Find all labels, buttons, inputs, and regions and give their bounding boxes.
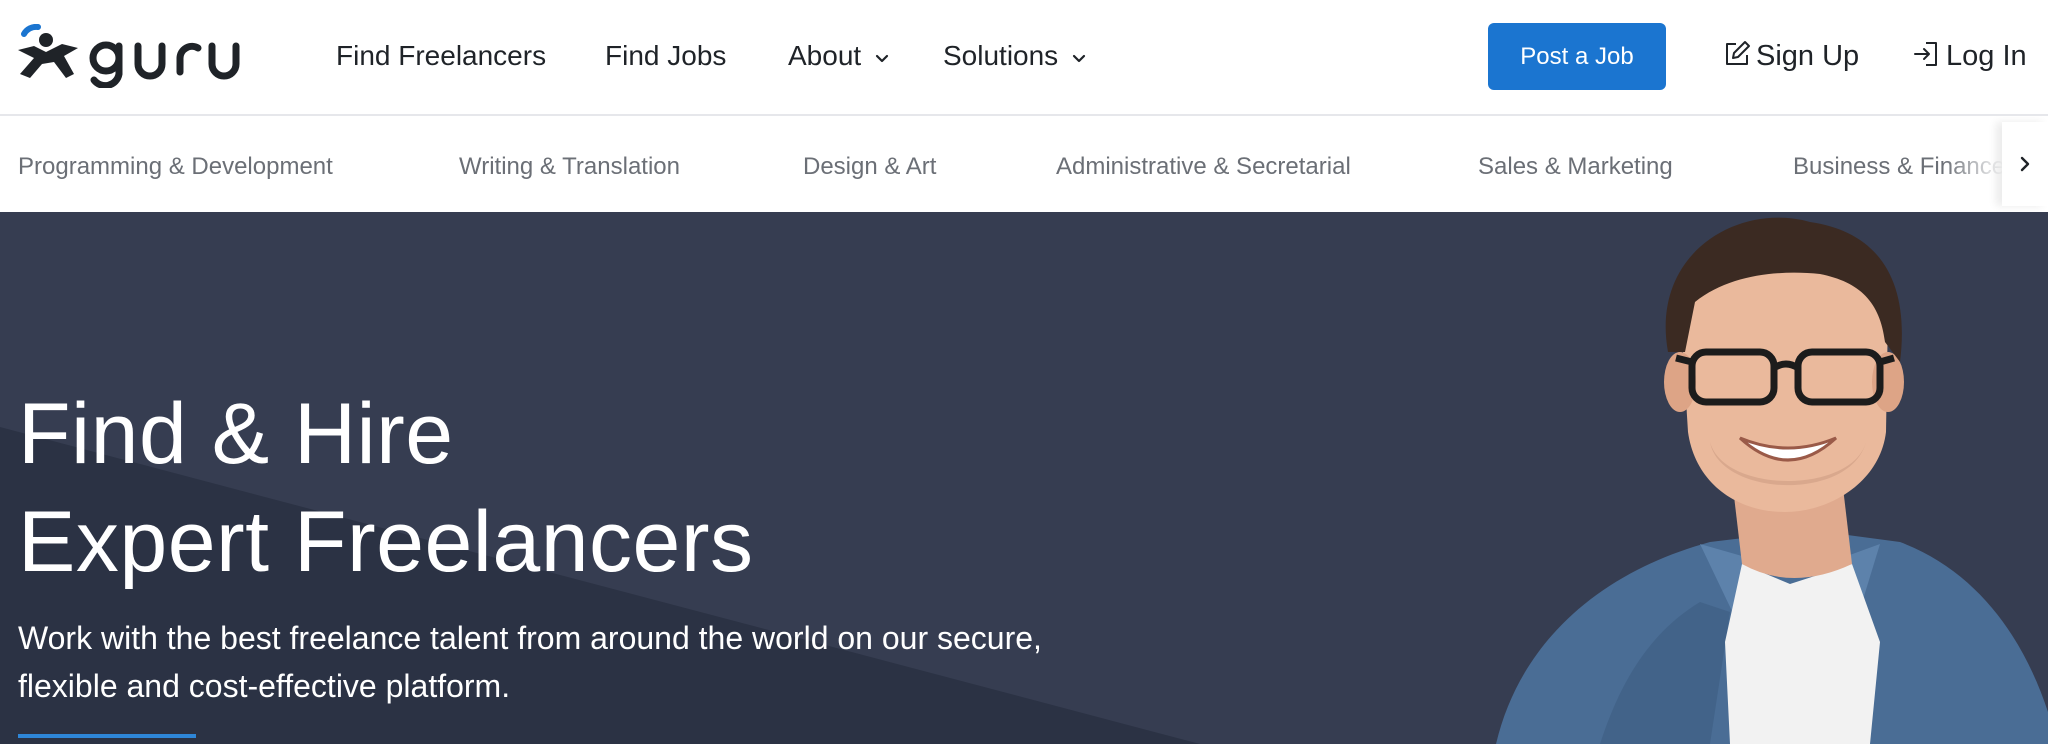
- chevron-right-icon: [2020, 156, 2030, 172]
- category-writing-translation[interactable]: Writing & Translation: [459, 152, 680, 182]
- hero-section: Find & Hire Expert Freelancers Work with…: [0, 212, 2048, 744]
- hero-subtitle-line-1: Work with the best freelance talent from…: [18, 620, 1042, 656]
- nav-find-freelancers-label: Find Freelancers: [336, 40, 547, 71]
- guru-logo[interactable]: [16, 24, 256, 88]
- log-in-label: Log In: [1946, 40, 2027, 72]
- nav-about[interactable]: About: [788, 38, 889, 74]
- hero-title: Find & Hire Expert Freelancers: [18, 380, 754, 596]
- chevron-down-icon: [1072, 37, 1086, 73]
- category-next-button[interactable]: [2002, 122, 2048, 206]
- category-design-art[interactable]: Design & Art: [803, 152, 936, 182]
- category-fade: [1944, 116, 2004, 212]
- hero-subtitle: Work with the best freelance talent from…: [18, 614, 1118, 710]
- nav-find-jobs-label: Find Jobs: [605, 40, 727, 71]
- post-a-job-button[interactable]: Post a Job: [1488, 23, 1666, 90]
- category-administrative-secretarial[interactable]: Administrative & Secretarial: [1056, 152, 1351, 182]
- nav-about-label: About: [788, 40, 862, 71]
- category-programming-development[interactable]: Programming & Development: [18, 152, 333, 182]
- hero-title-line-2: Expert Freelancers: [18, 494, 754, 590]
- nav-solutions-label: Solutions: [943, 40, 1059, 71]
- nav-find-freelancers[interactable]: Find Freelancers: [336, 38, 546, 74]
- hero-title-line-1: Find & Hire: [18, 386, 454, 482]
- login-icon: [1914, 42, 1937, 67]
- hero-accent-line: [18, 734, 196, 738]
- sign-up-label: Sign Up: [1756, 40, 1860, 72]
- hero-person-image: [1496, 217, 2048, 744]
- top-header: Find Freelancers Find Jobs About Solutio…: [0, 0, 2048, 116]
- edit-icon: [1726, 41, 1750, 66]
- log-in-link[interactable]: Log In: [1912, 38, 2027, 74]
- category-sales-marketing[interactable]: Sales & Marketing: [1478, 152, 1673, 182]
- nav-find-jobs[interactable]: Find Jobs: [605, 38, 726, 74]
- nav-solutions[interactable]: Solutions: [943, 38, 1086, 74]
- chevron-down-icon: [875, 37, 889, 73]
- sign-up-link[interactable]: Sign Up: [1722, 38, 1859, 74]
- category-bar: Programming & Development Writing & Tran…: [0, 116, 2048, 212]
- hero-subtitle-line-2: flexible and cost-effective platform.: [18, 668, 511, 704]
